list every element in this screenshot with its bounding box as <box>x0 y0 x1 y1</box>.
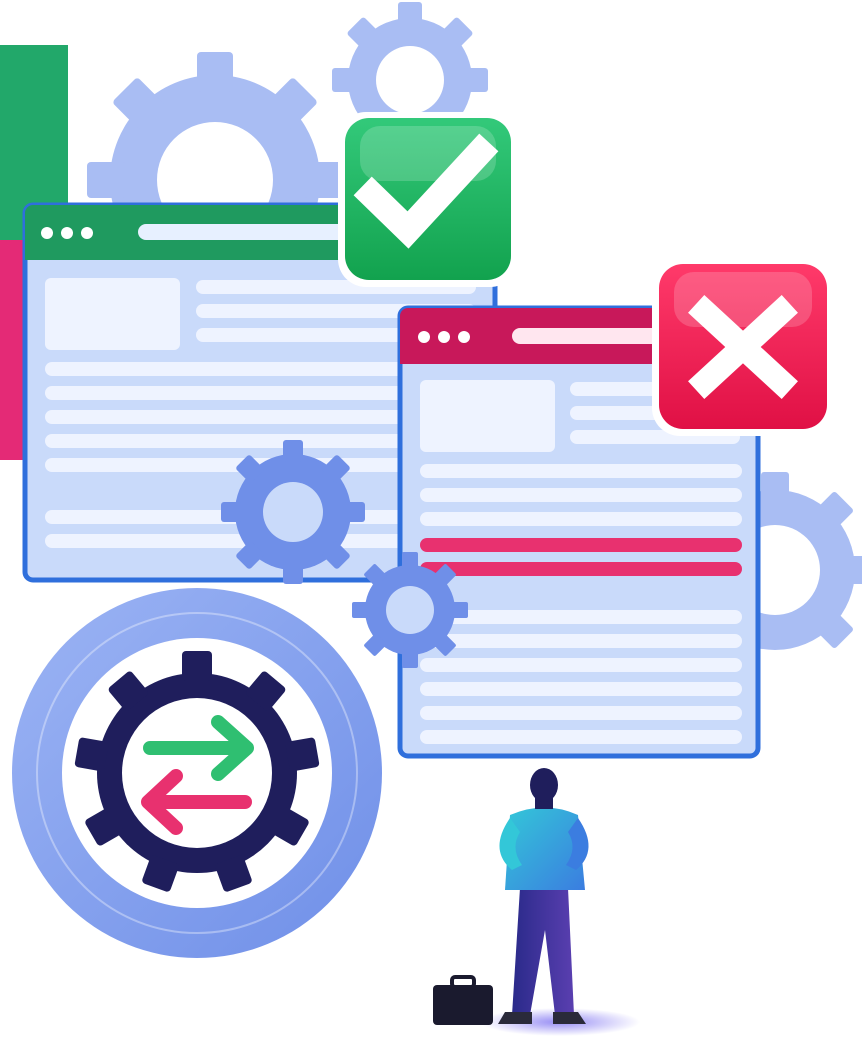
image-placeholder <box>420 380 555 452</box>
lower-gear-icon <box>352 552 468 668</box>
window-dots-icon <box>418 331 470 343</box>
illustration <box>0 2 862 1036</box>
person-figure <box>433 768 640 1036</box>
check-badge <box>338 112 518 287</box>
address-bar <box>138 224 358 240</box>
exchange-ring <box>12 588 382 958</box>
cross-badge <box>652 258 834 436</box>
image-placeholder <box>45 278 180 350</box>
mid-gear-icon <box>221 440 365 584</box>
window-dots-icon <box>41 227 93 239</box>
briefcase-icon <box>433 975 493 1025</box>
